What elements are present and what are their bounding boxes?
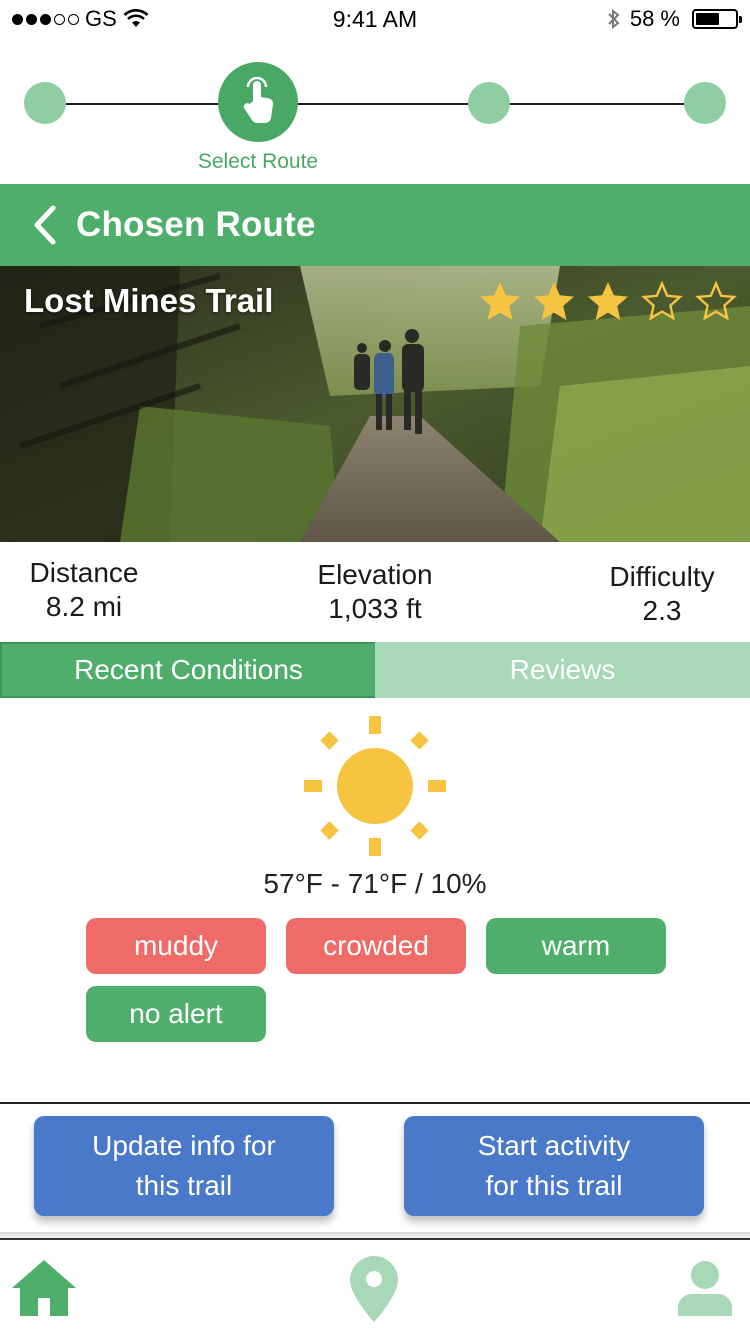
distance-stat: Distance 8.2 mi — [24, 556, 144, 624]
user-icon[interactable] — [676, 1258, 734, 1316]
trail-rating — [476, 278, 740, 326]
temperature-summary: 57°F - 71°F / 10% — [263, 868, 487, 899]
step-label: Select Route — [197, 150, 319, 173]
difficulty-label: Difficulty — [609, 561, 715, 592]
step-3[interactable] — [468, 82, 510, 124]
info-tabs: Recent Conditions Reviews — [0, 642, 750, 698]
page-title: Chosen Route — [76, 205, 316, 244]
sun-icon — [304, 716, 446, 856]
map-pin-icon[interactable] — [348, 1254, 400, 1324]
tap-hand-icon — [243, 77, 274, 124]
step-1[interactable] — [24, 82, 66, 124]
update-info-button[interactable]: Update info for this trail — [34, 1116, 334, 1216]
section-divider — [0, 1102, 750, 1104]
battery-percent: 58 % — [629, 6, 680, 31]
start-activity-button[interactable]: Start activity for this trail — [404, 1116, 704, 1216]
home-icon[interactable] — [10, 1256, 78, 1318]
elevation-label: Elevation — [317, 559, 433, 590]
tab-recent-conditions[interactable]: Recent Conditions — [0, 642, 375, 698]
difficulty-value: 2.3 — [642, 595, 682, 626]
elevation-stat: Elevation 1,033 ft — [290, 558, 460, 626]
status-bar: GS 9:41 AM 58 % — [0, 0, 750, 40]
step-4[interactable] — [684, 82, 726, 124]
distance-label: Distance — [29, 557, 139, 588]
start-activity-line1: Start activity — [477, 1130, 631, 1161]
star-empty-icon — [641, 280, 683, 321]
elevation-value: 1,033 ft — [328, 593, 422, 624]
status-right: 58 % — [606, 6, 742, 32]
star-filled-icon — [588, 282, 628, 320]
trail-name: Lost Mines Trail — [24, 282, 274, 319]
star-filled-icon — [534, 282, 574, 320]
tabbar-border — [0, 1238, 750, 1240]
update-info-line1: Update info for — [92, 1130, 276, 1161]
start-activity-line2: for this trail — [485, 1170, 623, 1201]
star-filled-icon — [480, 282, 520, 320]
trail-photo: Lost Mines Trail — [0, 266, 750, 542]
chevron-left-icon — [34, 205, 56, 245]
update-info-line2: this trail — [135, 1170, 233, 1201]
step-select-route[interactable] — [218, 62, 298, 142]
difficulty-stat: Difficulty 2.3 — [592, 560, 732, 628]
tag-crowded[interactable]: crowded — [286, 918, 466, 974]
stepper-line — [46, 103, 704, 105]
trail-stats: Distance 8.2 mi Elevation 1,033 ft Diffi… — [0, 542, 750, 642]
tag-no-alert[interactable]: no alert — [86, 986, 266, 1042]
distance-value: 8.2 mi — [45, 591, 123, 622]
header-bar: Chosen Route — [0, 184, 750, 266]
star-empty-icon — [695, 280, 737, 321]
battery-icon — [692, 9, 742, 29]
progress-stepper: Select Route — [0, 56, 750, 182]
tag-muddy[interactable]: muddy — [86, 918, 266, 974]
tab-reviews[interactable]: Reviews — [375, 642, 750, 698]
back-button[interactable] — [24, 184, 64, 266]
bluetooth-icon — [608, 8, 620, 30]
tag-warm[interactable]: warm — [486, 918, 666, 974]
